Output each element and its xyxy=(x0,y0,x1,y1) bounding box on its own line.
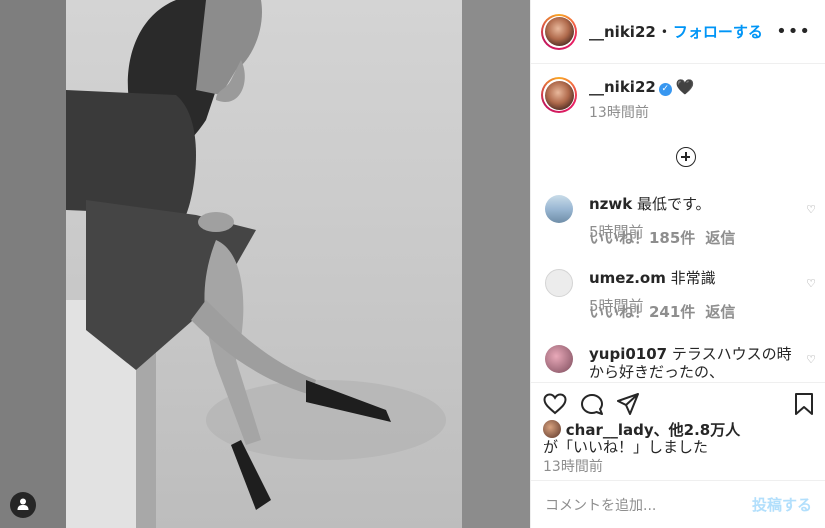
comment-text: 非常識 xyxy=(670,269,716,287)
avatar-image xyxy=(544,80,574,110)
post-time[interactable]: 13時間前 xyxy=(543,456,603,476)
more-horizontal-icon[interactable]: ••• xyxy=(776,21,811,42)
post-side-panel: __niki22 • フォローする ••• __niki22 ✓ 🖤 13時間前 n… xyxy=(530,0,825,528)
post-comment-button[interactable]: 投稿する xyxy=(752,494,812,515)
liker-username[interactable]: char__lady xyxy=(566,421,654,439)
heart-icon[interactable]: ♡ xyxy=(806,353,816,366)
caption: __niki22 ✓ 🖤 13時間前 xyxy=(531,65,825,122)
heart-icon[interactable] xyxy=(543,393,567,415)
comment-bubble-icon[interactable] xyxy=(581,393,603,415)
avatar-image xyxy=(544,17,574,46)
reply-button[interactable]: 返信 xyxy=(705,301,735,322)
likes-count[interactable]: 、他2.8万人 xyxy=(654,421,741,439)
comment-time[interactable]: 5時間前 xyxy=(589,295,644,316)
post-header: __niki22 • フォローする ••• xyxy=(531,0,825,64)
comment-time[interactable]: 5時間前 xyxy=(589,221,644,242)
follow-button[interactable]: フォローする xyxy=(673,21,763,42)
comment-input[interactable]: コメントを追加... xyxy=(545,495,656,515)
share-send-icon[interactable] xyxy=(617,393,639,415)
comment-avatar[interactable] xyxy=(545,345,573,373)
caption-time[interactable]: 13時間前 xyxy=(589,102,695,122)
photo-illustration xyxy=(66,0,446,528)
comment-item: umez.om 非常識 5時間前 いいね！241件 返信 ♡ xyxy=(531,269,825,322)
comment-text: 最低です。 xyxy=(637,195,711,213)
header-avatar[interactable] xyxy=(541,13,577,50)
caption-text: 🖤 xyxy=(675,78,695,96)
add-comment-bar: コメントを追加... 投稿する xyxy=(531,480,825,528)
heart-icon[interactable]: ♡ xyxy=(806,203,816,216)
comment-avatar[interactable] xyxy=(545,269,573,297)
user-tag-button[interactable] xyxy=(10,492,36,518)
reply-button[interactable]: 返信 xyxy=(705,227,735,248)
comment-item: yupi0107 テラスハウスの時から好きだったの、 ♡ xyxy=(531,345,825,381)
header-username[interactable]: __niki22 xyxy=(589,23,656,41)
caption-username[interactable]: __niki22 xyxy=(589,78,656,96)
liker-avatar xyxy=(543,420,561,438)
comment-username[interactable]: nzwk xyxy=(589,195,632,213)
comment-username[interactable]: yupi0107 xyxy=(589,345,667,363)
post-photo-pane xyxy=(0,0,530,528)
action-bar xyxy=(531,388,825,420)
comments-list[interactable]: __niki22 ✓ 🖤 13時間前 nzwk 最低です。 5時間前 いいね！185… xyxy=(531,65,825,383)
caption-avatar[interactable] xyxy=(541,77,577,113)
photo-letterbox-left xyxy=(0,0,66,528)
load-more-comments-button[interactable] xyxy=(676,147,696,167)
header-separator: • xyxy=(660,24,668,39)
photo-letterbox-right xyxy=(462,0,530,528)
comment-item: nzwk 最低です。 5時間前 いいね！185件 返信 ♡ xyxy=(531,195,825,248)
likes-summary[interactable]: char__lady、他2.8万人 が「いいね！」しました xyxy=(543,420,818,456)
comment-avatar[interactable] xyxy=(545,195,573,223)
heart-icon[interactable]: ♡ xyxy=(806,277,816,290)
person-icon xyxy=(16,496,30,515)
comment-username[interactable]: umez.om xyxy=(589,269,666,287)
bookmark-icon[interactable] xyxy=(794,393,814,415)
verified-badge-icon: ✓ xyxy=(658,83,672,96)
likes-line2: が「いいね！」しました xyxy=(543,438,709,456)
post-photo[interactable] xyxy=(66,0,462,528)
